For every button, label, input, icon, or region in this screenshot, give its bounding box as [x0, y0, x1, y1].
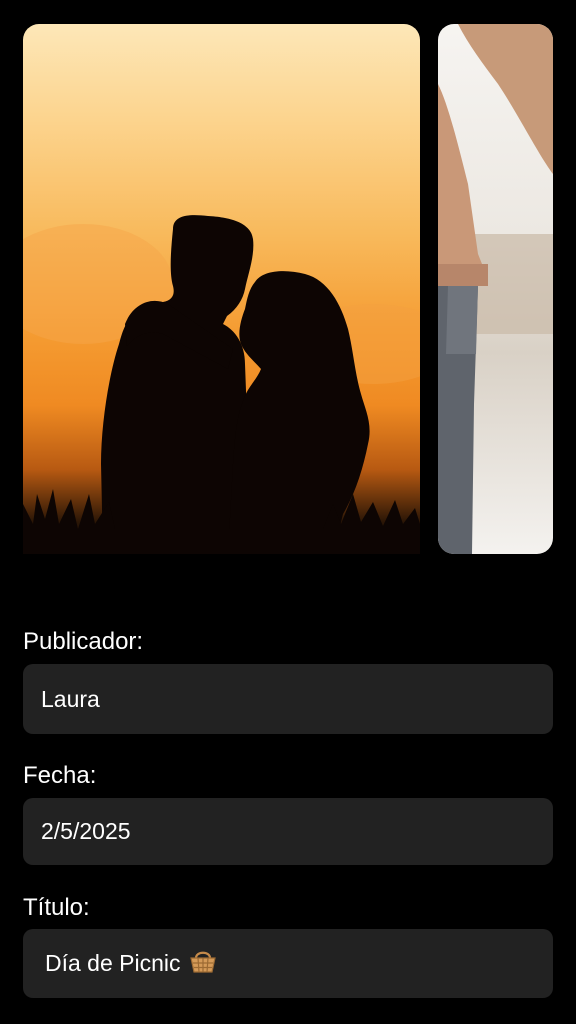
image-carousel[interactable] [0, 0, 576, 560]
date-field[interactable]: 2/5/2025 [23, 798, 553, 865]
date-label: Fecha: [23, 762, 97, 789]
basket-icon [189, 948, 217, 980]
sweater-jeans-illustration [438, 24, 553, 554]
carousel-image-sweater-jeans[interactable] [438, 24, 553, 554]
publisher-label: Publicador: [23, 628, 144, 655]
title-field[interactable]: Día de Picnic [23, 929, 553, 998]
publisher-value: Laura [41, 685, 100, 712]
title-label: Título: [23, 894, 90, 921]
carousel-image-sunset-couple[interactable] [23, 24, 420, 554]
date-value: 2/5/2025 [41, 818, 131, 844]
sunset-couple-illustration [23, 215, 420, 554]
title-value: Día de Picnic [45, 950, 181, 976]
post-detail-screen: Publicador: Laura Fecha: 2/5/2025 Título… [0, 0, 576, 1024]
publisher-field[interactable]: Laura [23, 664, 553, 734]
